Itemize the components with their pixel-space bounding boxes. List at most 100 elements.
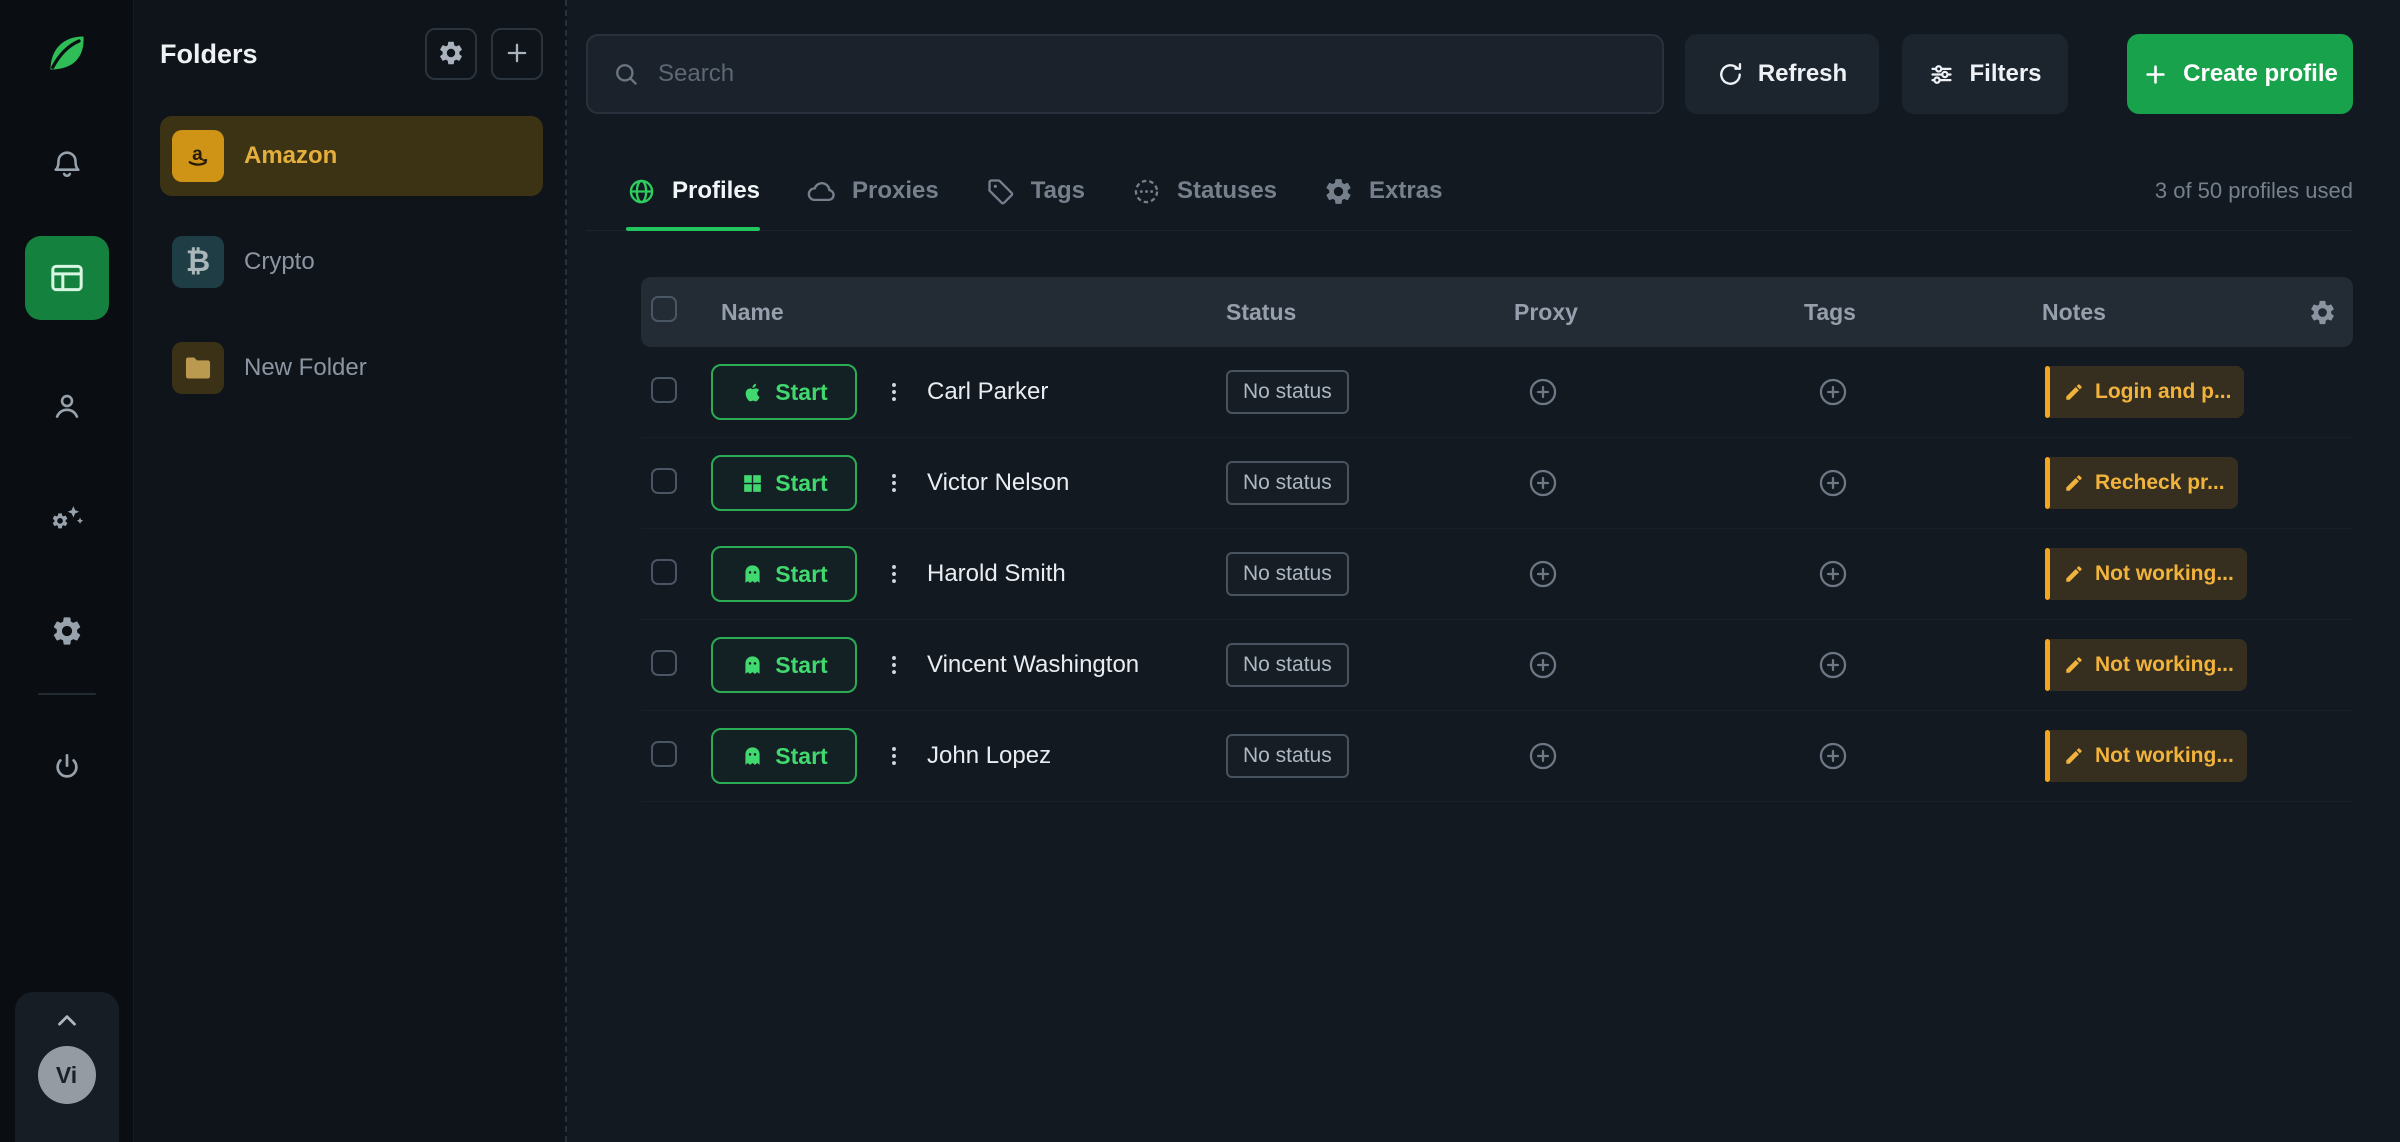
- note-text: Not working...: [2095, 653, 2234, 677]
- status-badge[interactable]: No status: [1226, 552, 1349, 596]
- search-box: [586, 34, 1664, 114]
- power-icon[interactable]: [47, 747, 87, 787]
- add-proxy-button[interactable]: [1520, 374, 1556, 410]
- pencil-icon: [2063, 745, 2085, 767]
- row-menu-button[interactable]: [875, 374, 907, 410]
- add-tag-button[interactable]: [1810, 556, 1846, 592]
- avatar[interactable]: Vi: [38, 1046, 96, 1104]
- status-badge[interactable]: No status: [1226, 643, 1349, 687]
- row-checkbox[interactable]: [651, 468, 677, 494]
- folder-item-new-folder[interactable]: New Folder: [160, 328, 543, 408]
- tab-label: Proxies: [852, 177, 939, 205]
- start-button[interactable]: Start: [711, 364, 857, 420]
- note-badge[interactable]: Not working...: [2045, 548, 2291, 600]
- tab-label: Tags: [1031, 177, 1085, 205]
- add-folder-button[interactable]: [491, 28, 543, 80]
- folder-list: aAmazon ₿Crypto New Folder: [160, 116, 543, 408]
- pencil-icon: [2063, 472, 2085, 494]
- profiles-table: Name Status Proxy Tags Notes StartCarl P…: [641, 277, 2353, 802]
- note-text: Not working...: [2095, 744, 2234, 768]
- folder-label: New Folder: [244, 354, 367, 382]
- column-header-name: Name: [711, 299, 1226, 326]
- note-badge[interactable]: Not working...: [2045, 730, 2291, 782]
- add-proxy-button[interactable]: [1520, 556, 1556, 592]
- tab-profiles[interactable]: Profiles: [626, 152, 760, 230]
- tabs-row: Profiles Proxies Tags Statuses Extras 3 of 5…: [586, 152, 2353, 231]
- topbar: Refresh Filters Create profile: [586, 34, 2353, 114]
- status-badge[interactable]: No status: [1226, 461, 1349, 505]
- gear-icon: [1323, 176, 1354, 207]
- note-text: Recheck pr...: [2095, 471, 2225, 495]
- filters-button[interactable]: Filters: [1902, 34, 2068, 114]
- search-icon: [612, 60, 640, 88]
- rail-divider: [38, 693, 96, 695]
- folders-title: Folders: [160, 39, 411, 70]
- settings-gear-icon[interactable]: [47, 611, 87, 651]
- add-tag-button[interactable]: [1810, 738, 1846, 774]
- add-proxy-button[interactable]: [1520, 647, 1556, 683]
- column-header-tags: Tags: [1804, 299, 2042, 326]
- tab-label: Statuses: [1177, 177, 1277, 205]
- start-button[interactable]: Start: [711, 637, 857, 693]
- start-button[interactable]: Start: [711, 455, 857, 511]
- table-row: StartCarl ParkerNo statusLogin and p...: [641, 347, 2353, 438]
- add-tag-button[interactable]: [1810, 647, 1846, 683]
- refresh-button[interactable]: Refresh: [1685, 34, 1879, 114]
- start-button[interactable]: Start: [711, 728, 857, 784]
- refresh-icon: [1717, 61, 1744, 88]
- folder-item-amazon[interactable]: aAmazon: [160, 116, 543, 196]
- folders-settings-button[interactable]: [425, 28, 477, 80]
- rail-item-profiles[interactable]: [25, 236, 109, 320]
- add-tag-button[interactable]: [1810, 374, 1846, 410]
- note-badge[interactable]: Not working...: [2045, 639, 2291, 691]
- row-checkbox[interactable]: [651, 650, 677, 676]
- ghost-icon: [740, 653, 765, 678]
- chevron-up-icon[interactable]: [47, 1004, 87, 1038]
- plus-icon: [503, 39, 531, 70]
- table-row: StartVictor NelsonNo statusRecheck pr...: [641, 438, 2353, 529]
- tabs: Profiles Proxies Tags Statuses Extras: [626, 152, 1488, 230]
- start-button[interactable]: Start: [711, 546, 857, 602]
- accounts-person-icon[interactable]: [47, 386, 87, 426]
- folder-label: Amazon: [244, 142, 337, 170]
- table-header-row: Name Status Proxy Tags Notes: [641, 277, 2353, 347]
- tab-tags[interactable]: Tags: [985, 152, 1085, 230]
- note-badge[interactable]: Recheck pr...: [2045, 457, 2291, 509]
- table-settings-gear-icon[interactable]: [2291, 298, 2353, 327]
- status-badge[interactable]: No status: [1226, 370, 1349, 414]
- ghost-icon: [740, 744, 765, 769]
- profile-name: John Lopez: [927, 742, 1051, 770]
- tab-statuses[interactable]: Statuses: [1131, 152, 1277, 230]
- select-all-checkbox[interactable]: [651, 296, 677, 322]
- cloud-icon: [806, 176, 837, 207]
- row-checkbox[interactable]: [651, 559, 677, 585]
- start-label: Start: [775, 561, 827, 588]
- filters-icon: [1928, 61, 1955, 88]
- filters-label: Filters: [1969, 60, 2041, 88]
- add-tag-button[interactable]: [1810, 465, 1846, 501]
- create-profile-button[interactable]: Create profile: [2127, 34, 2353, 114]
- row-menu-button[interactable]: [875, 556, 907, 592]
- note-badge[interactable]: Login and p...: [2045, 366, 2291, 418]
- tab-label: Profiles: [672, 177, 760, 205]
- folder-item-crypto[interactable]: ₿Crypto: [160, 222, 543, 302]
- globe-icon: [626, 176, 657, 207]
- row-menu-button[interactable]: [875, 465, 907, 501]
- tab-extras[interactable]: Extras: [1323, 152, 1442, 230]
- row-checkbox[interactable]: [651, 377, 677, 403]
- row-menu-button[interactable]: [875, 738, 907, 774]
- row-checkbox[interactable]: [651, 741, 677, 767]
- search-input[interactable]: [656, 59, 1638, 89]
- notifications-bell-icon[interactable]: [47, 144, 87, 184]
- automation-gear-icon[interactable]: [47, 500, 87, 540]
- status-badge[interactable]: No status: [1226, 734, 1349, 778]
- profiles-usage-text: 3 of 50 profiles used: [2155, 178, 2353, 204]
- folder-icon: [172, 342, 224, 394]
- start-label: Start: [775, 743, 827, 770]
- add-proxy-button[interactable]: [1520, 738, 1556, 774]
- tab-proxies[interactable]: Proxies: [806, 152, 939, 230]
- column-header-proxy: Proxy: [1514, 299, 1804, 326]
- row-menu-button[interactable]: [875, 647, 907, 683]
- add-proxy-button[interactable]: [1520, 465, 1556, 501]
- table-row: StartHarold SmithNo statusNot working...: [641, 529, 2353, 620]
